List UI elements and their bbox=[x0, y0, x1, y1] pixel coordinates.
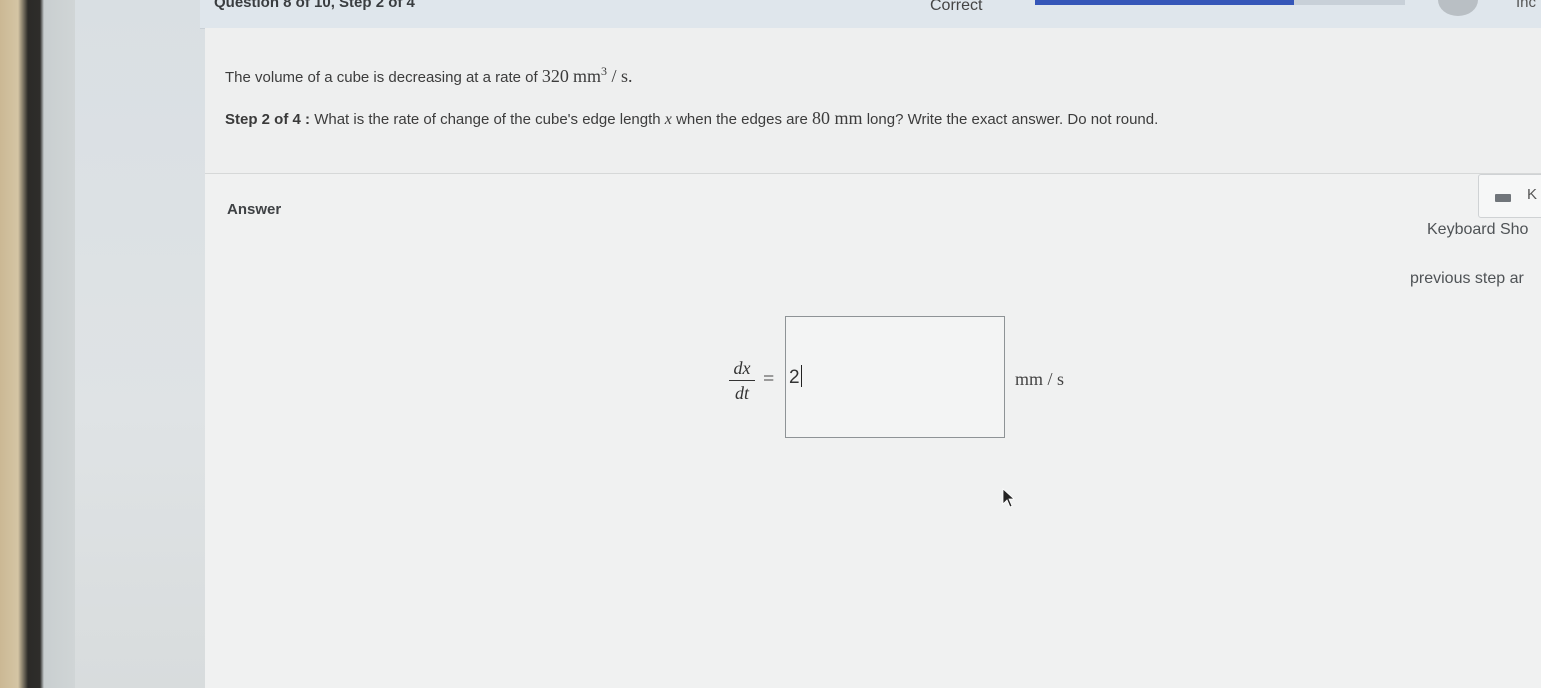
derivative-denominator: dt bbox=[734, 383, 749, 403]
rate-unit: mm3 / s. bbox=[573, 64, 633, 86]
step-suffix: long? Write the exact answer. Do not rou… bbox=[866, 111, 1159, 128]
mouse-cursor-icon bbox=[1002, 488, 1016, 508]
answer-input[interactable]: 2 bbox=[785, 316, 1005, 438]
progress-bar bbox=[1035, 0, 1405, 5]
answer-unit: mm / s bbox=[1015, 369, 1065, 389]
keyboard-shortcuts-link[interactable]: Keyboard Sho bbox=[1427, 221, 1528, 239]
keyboard-icon bbox=[1495, 194, 1511, 202]
step-mid: when the edges are bbox=[676, 111, 808, 128]
step-prefix: What is the rate of change of the cube's… bbox=[314, 111, 661, 128]
step-text: Step 2 of 4 : What is the rate of change… bbox=[225, 108, 1158, 129]
rate-unit-exponent: 3 bbox=[601, 64, 608, 78]
answer-label: Answer bbox=[227, 201, 282, 218]
monitor-bezel bbox=[0, 0, 75, 688]
text-caret bbox=[800, 365, 802, 387]
step-label: Step 2 of 4 : bbox=[225, 111, 311, 128]
rate-unit-tail: / s. bbox=[611, 66, 633, 86]
answer-input-value: 2 bbox=[789, 367, 800, 388]
question-panel: The volume of a cube is decreasing at a … bbox=[205, 28, 1541, 688]
question-text: The volume of a cube is decreasing at a … bbox=[225, 64, 633, 87]
keyboard-button-label: K bbox=[1527, 186, 1538, 203]
question-progress-label: Question 8 of 10, Step 2 of 4 bbox=[214, 0, 415, 11]
status-label: Correct bbox=[930, 0, 983, 14]
rate-value: 320 bbox=[541, 66, 569, 86]
derivative-fraction: dx dt bbox=[729, 358, 755, 403]
progress-bar-fill bbox=[1035, 0, 1294, 5]
keyboard-button[interactable]: K bbox=[1478, 174, 1541, 218]
variable-x: x bbox=[664, 111, 672, 128]
question-intro: The volume of a cube is decreasing at a … bbox=[225, 69, 538, 86]
edge-value: 80 mm bbox=[812, 108, 863, 128]
corner-label: Inc bbox=[1516, 0, 1537, 11]
question-area: The volume of a cube is decreasing at a … bbox=[205, 28, 1541, 174]
fraction-bar bbox=[729, 380, 755, 381]
avatar-button[interactable] bbox=[1438, 0, 1478, 16]
top-bar: Question 8 of 10, Step 2 of 4 Correct In… bbox=[200, 0, 1541, 29]
derivative-numerator: dx bbox=[733, 358, 751, 378]
rate-unit-base: mm bbox=[573, 66, 602, 86]
equals-sign: = bbox=[763, 368, 775, 390]
previous-step-link[interactable]: previous step ar bbox=[1410, 270, 1524, 288]
